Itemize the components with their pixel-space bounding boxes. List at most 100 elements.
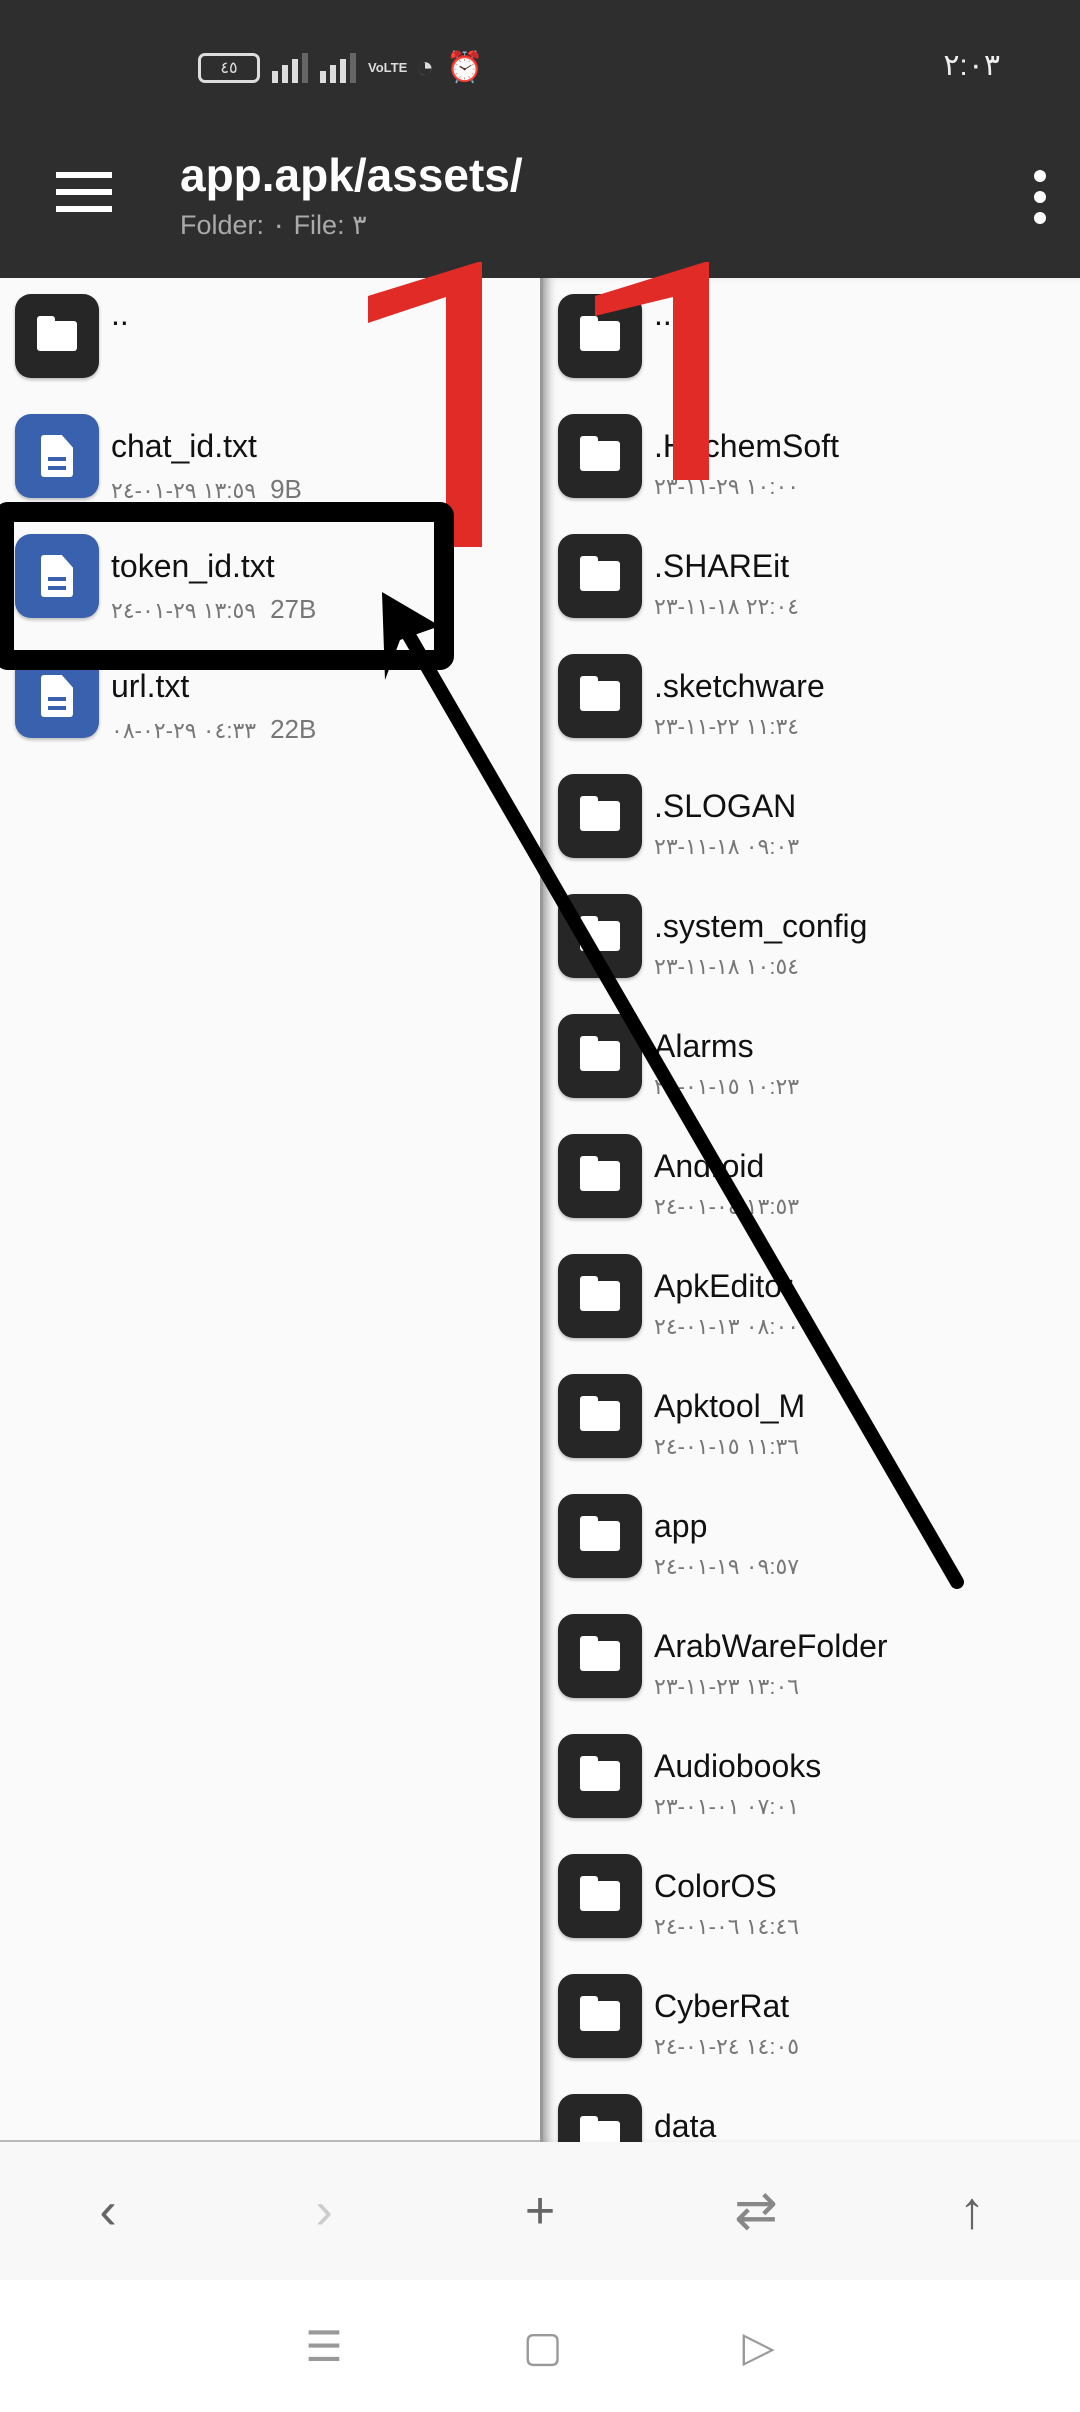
item-size: 27B (270, 594, 317, 624)
folder-icon (558, 1134, 642, 1218)
item-name: url.txt (111, 668, 190, 704)
item-meta: ١٣:٥٣ ٠٤-٠١-٢٤ (654, 1194, 799, 1220)
item-name: .. (111, 296, 129, 332)
file-icon (15, 414, 99, 498)
folder-icon (558, 1374, 642, 1458)
item-date: ١٠:٥٤ ١٨-١١-٢٣ (654, 954, 800, 979)
item-name: Alarms (654, 1028, 754, 1064)
list-item[interactable]: .HachemSoft ١٠:٠٠ ٢٩-١١-٢٣ (543, 398, 1080, 518)
item-date: ١٠:٢٣ ١٥-٠١-٢٤ (654, 1074, 800, 1099)
item-name: ApkEditor (654, 1268, 793, 1304)
folder-icon (15, 294, 99, 378)
item-date: ١٠:٠٠ ٢٩-١١-٢٣ (654, 474, 800, 499)
folder-icon (558, 774, 642, 858)
swap-panels-button[interactable]: ⇄ (696, 2181, 816, 2241)
list-item[interactable]: ColorOS ١٤:٤٦ ٠٦-٠١-٢٤ (543, 1838, 1080, 1958)
list-item[interactable]: .system_config ١٠:٥٤ ١٨-١١-٢٣ (543, 878, 1080, 998)
item-meta: ٠٨:٠٠ ١٣-٠١-٢٤ (654, 1314, 799, 1340)
folder-icon (558, 2094, 642, 2142)
volte-icon: VoLTE (368, 60, 408, 75)
item-meta: ١٤:٤٦ ٠٦-٠١-٢٤ (654, 1914, 799, 1940)
item-date: ١٣:٥٩ ٢٩-٠١-٢٤ (111, 478, 257, 503)
folder-icon (558, 414, 642, 498)
add-button[interactable]: + (480, 2181, 600, 2241)
item-meta: ١٣:٥٩ ٢٩-٠١-٢٤ 9B (111, 474, 302, 505)
app-toolbar: app.apk/assets/ Folder: ٠ File: ٣ (0, 130, 1080, 278)
item-meta: ٢٢:٠٤ ١٨-١١-٢٣ (654, 594, 799, 620)
list-item[interactable]: Alarms ١٠:٢٣ ١٥-٠١-٢٤ (543, 998, 1080, 1118)
folder-icon (558, 534, 642, 618)
signal-icon (272, 52, 308, 83)
list-item[interactable]: .SHAREit ٢٢:٠٤ ١٨-١١-٢٣ (543, 518, 1080, 638)
list-item[interactable]: .SLOGAN ٠٩:٠٣ ١٨-١١-٢٣ (543, 758, 1080, 878)
battery-icon: ٤٥ (198, 52, 260, 83)
folder-icon (558, 1854, 642, 1938)
forward-button[interactable]: › (264, 2181, 384, 2241)
list-item[interactable]: Apktool_M ١١:٣٦ ١٥-٠١-٢٤ (543, 1358, 1080, 1478)
item-meta: ١٣:٥٩ ٢٩-٠١-٢٤ 27B (111, 594, 316, 625)
item-date: ٠٧:٠١ ٠١-٠١-٢٣ (654, 1794, 800, 1819)
wifi-icon: ◔ (416, 50, 435, 84)
list-item[interactable]: chat_id.txt ١٣:٥٩ ٢٩-٠١-٢٤ 9B (0, 398, 540, 518)
item-meta: ١٠:٥٤ ١٨-١١-٢٣ (654, 954, 799, 980)
item-name: ColorOS (654, 1868, 777, 1904)
item-name: Android (654, 1148, 765, 1184)
item-meta: ١٠:٢٣ ١٥-٠١-٢٤ (654, 1074, 799, 1100)
item-date: ١١:٣٦ ١٥-٠١-٢٤ (654, 1434, 800, 1459)
page-title: app.apk/assets/ (180, 149, 523, 201)
item-name: .SLOGAN (654, 788, 797, 824)
list-item[interactable]: Audiobooks ٠٧:٠١ ٠١-٠١-٢٣ (543, 1718, 1080, 1838)
menu-icon[interactable] (56, 172, 112, 212)
more-options-icon[interactable] (1034, 170, 1046, 224)
folder-file-count: Folder: ٠ File: ٣ (180, 210, 367, 240)
item-meta: ١١:٣٤ ٢٢-١١-٢٣ (654, 714, 799, 740)
clock: ٢:٠٣ (943, 49, 1000, 82)
item-name: .. (654, 296, 672, 332)
folder-icon (558, 1734, 642, 1818)
status-bar: ٤٥ VoLTE ◔ ⏰ ٢:٠٣ (0, 0, 1080, 130)
right-panel[interactable]: .. .HachemSoft ١٠:٠٠ ٢٩-١١-٢٣ .SHAREit ٢٢:٠٤… (540, 278, 1080, 2142)
item-date: ٠٩:٥٧ ١٩-٠١-٢٤ (654, 1554, 800, 1579)
list-item[interactable]: token_id.txt ١٣:٥٩ ٢٩-٠١-٢٤ 27B (0, 518, 540, 638)
folder-icon (558, 654, 642, 738)
item-date: ١٤:٠٥ ٢٤-٠١-٢٤ (654, 2034, 800, 2059)
list-item[interactable]: CyberRat ١٤:٠٥ ٢٤-٠١-٢٤ (543, 1958, 1080, 2078)
list-item[interactable]: ApkEditor ٠٨:٠٠ ١٣-٠١-٢٤ (543, 1238, 1080, 1358)
back-button[interactable]: ‹ (48, 2181, 168, 2241)
nav-back-button[interactable]: ▷ (743, 2322, 775, 2371)
item-date: ١٤:٤٦ ٠٦-٠١-٢٤ (654, 1914, 800, 1939)
parent-folder-item[interactable]: .. (543, 278, 1080, 398)
item-meta: ١٠:٠٠ ٢٩-١١-٢٣ (654, 474, 799, 500)
item-name: Audiobooks (654, 1748, 822, 1784)
list-item[interactable]: app ٠٩:٥٧ ١٩-٠١-٢٤ (543, 1478, 1080, 1598)
item-name: .sketchware (654, 668, 825, 704)
left-panel: .. chat_id.txt ١٣:٥٩ ٢٩-٠١-٢٤ 9B token_id.tx… (0, 278, 540, 2142)
item-date: ١١:٣٤ ٢٢-١١-٢٣ (654, 714, 800, 739)
recents-button[interactable]: ☰ (305, 2322, 343, 2371)
parent-folder-item[interactable]: .. (0, 278, 540, 398)
item-meta: ٠٩:٥٧ ١٩-٠١-٢٤ (654, 1554, 799, 1580)
list-item[interactable]: ArabWareFolder ١٣:٠٦ ٢٣-١١-٢٣ (543, 1598, 1080, 1718)
folder-icon (558, 1974, 642, 2058)
list-item[interactable]: url.txt ٠٤:٣٣ ٢٩-٠٢-٠٨ 22B (0, 638, 540, 758)
up-button[interactable]: ↑ (912, 2181, 1032, 2241)
list-item[interactable]: data (543, 2078, 1080, 2142)
item-meta: ١٤:٠٥ ٢٤-٠١-٢٤ (654, 2034, 799, 2060)
home-button[interactable]: ▢ (523, 2322, 563, 2371)
item-name: .HachemSoft (654, 428, 839, 464)
list-item[interactable]: .sketchware ١١:٣٤ ٢٢-١١-٢٣ (543, 638, 1080, 758)
bottom-toolbar: ‹ › + ⇄ ↑ (0, 2142, 1080, 2280)
item-date: ٠٩:٠٣ ١٨-١١-٢٣ (654, 834, 800, 859)
item-name: .SHAREit (654, 548, 790, 584)
battery-level: ٤٥ (220, 59, 238, 77)
item-meta: ٠٤:٣٣ ٢٩-٠٢-٠٨ 22B (111, 714, 316, 745)
item-date: ١٣:٥٩ ٢٩-٠١-٢٤ (111, 598, 257, 623)
item-name: .system_config (654, 908, 868, 944)
item-name: data (654, 2108, 717, 2142)
file-icon (15, 654, 99, 738)
item-name: ArabWareFolder (654, 1628, 888, 1664)
item-meta: ١١:٣٦ ١٥-٠١-٢٤ (654, 1434, 799, 1460)
list-item[interactable]: Android ١٣:٥٣ ٠٤-٠١-٢٤ (543, 1118, 1080, 1238)
system-nav-bar: ☰ ▢ ▷ (0, 2280, 1080, 2412)
alarm-icon: ⏰ (446, 51, 484, 84)
